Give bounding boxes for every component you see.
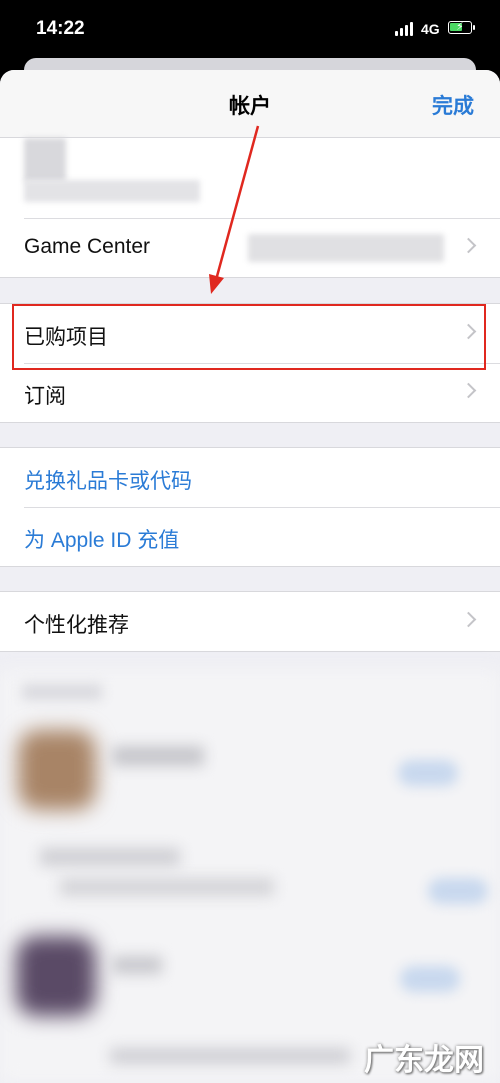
personalized-group: 个性化推荐: [0, 591, 500, 652]
network-type: 4G: [421, 21, 440, 37]
annotation-arrow: [209, 125, 260, 294]
status-bar: 14:22 4G ⚡: [0, 0, 500, 62]
status-time: 14:22: [36, 18, 85, 39]
subscriptions-label: 订阅: [24, 385, 66, 408]
chevron-right-icon: [460, 611, 477, 628]
blurred-app-name: [112, 746, 204, 766]
redeem-row[interactable]: 兑换礼品卡或代码: [0, 448, 500, 507]
blurred-text-line: [110, 1048, 350, 1064]
watermark: 广东龙网: [364, 1043, 484, 1078]
blurred-button: [428, 878, 488, 904]
blurred-app-name: [112, 956, 162, 974]
blurred-app-icon: [18, 730, 96, 810]
blurred-text-line: [60, 878, 274, 896]
personalized-label: 个性化推荐: [24, 614, 129, 637]
links-group: 兑换礼品卡或代码 为 Apple ID 充值: [0, 447, 500, 567]
add-funds-row[interactable]: 为 Apple ID 充值: [0, 507, 500, 566]
personalized-row[interactable]: 个性化推荐: [0, 592, 500, 651]
subscriptions-row[interactable]: 订阅: [0, 363, 500, 422]
add-funds-link[interactable]: 为 Apple ID 充值: [24, 524, 179, 554]
blurred-button: [400, 966, 460, 992]
chevron-right-icon: [460, 382, 477, 399]
battery-icon: ⚡: [448, 21, 475, 34]
account-sheet: 帐户 完成 Game Center 已购项目 订阅 兑换礼品卡或代码 为 App…: [0, 70, 500, 1083]
blurred-app-icon: [16, 936, 96, 1016]
blurred-text-line: [40, 848, 180, 866]
blurred-button: [398, 760, 458, 786]
redeem-link[interactable]: 兑换礼品卡或代码: [24, 465, 192, 495]
blurred-section-header: [22, 684, 102, 700]
signal-icon: [395, 22, 413, 36]
